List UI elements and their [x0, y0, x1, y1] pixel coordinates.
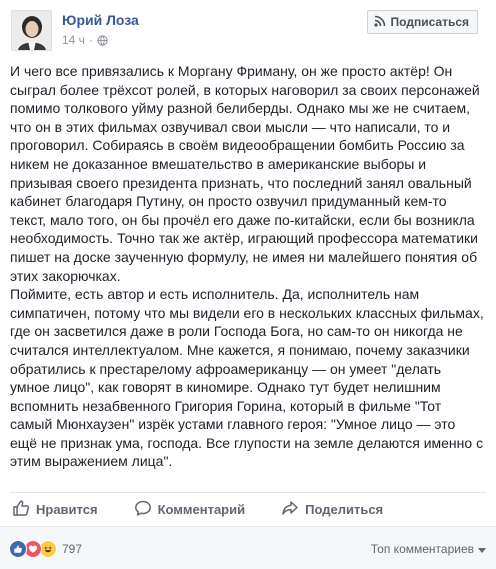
subscribe-label: Подписаться — [390, 15, 469, 29]
chevron-down-icon — [478, 547, 486, 553]
top-comments-dropdown[interactable]: Топ комментариев — [371, 542, 486, 556]
reaction-icons[interactable] — [9, 540, 57, 558]
post-paragraph: Поймите, есть автор и есть исполнитель. … — [10, 286, 484, 470]
share-icon — [281, 499, 299, 520]
post-card: Юрий Лоза 14 ч · Подписаться И чего все … — [0, 0, 496, 569]
action-bar: Нравится Комментарий Поделиться — [10, 492, 486, 526]
subscribe-button[interactable]: Подписаться — [366, 10, 478, 34]
avatar[interactable] — [11, 10, 52, 51]
share-button[interactable]: Поделиться — [281, 499, 383, 520]
post-body: И чего все привязались к Моргану Фриману… — [10, 62, 484, 471]
globe-icon — [97, 34, 108, 46]
like-icon — [9, 540, 27, 558]
comment-icon — [134, 499, 152, 520]
post-time[interactable]: 14 ч — [62, 33, 85, 47]
top-comments-label: Топ комментариев — [370, 542, 474, 556]
share-label: Поделиться — [305, 502, 384, 517]
comment-label: Комментарий — [157, 502, 246, 517]
like-button[interactable]: Нравится — [12, 499, 98, 520]
author-name[interactable]: Юрий Лоза — [62, 12, 139, 28]
thumbs-up-icon — [12, 499, 30, 520]
reaction-count[interactable]: 797 — [62, 542, 82, 556]
post-header: Юрий Лоза 14 ч · Подписаться — [8, 8, 488, 52]
post-paragraph: И чего все привязались к Моргану Фриману… — [10, 63, 480, 284]
comment-button[interactable]: Комментарий — [134, 499, 246, 520]
like-label: Нравится — [36, 502, 98, 517]
separator-dot: · — [88, 33, 93, 47]
rss-icon — [373, 15, 386, 30]
post-meta: 14 ч · — [62, 33, 108, 47]
reactions-bar: 797 Топ комментариев — [0, 526, 496, 569]
